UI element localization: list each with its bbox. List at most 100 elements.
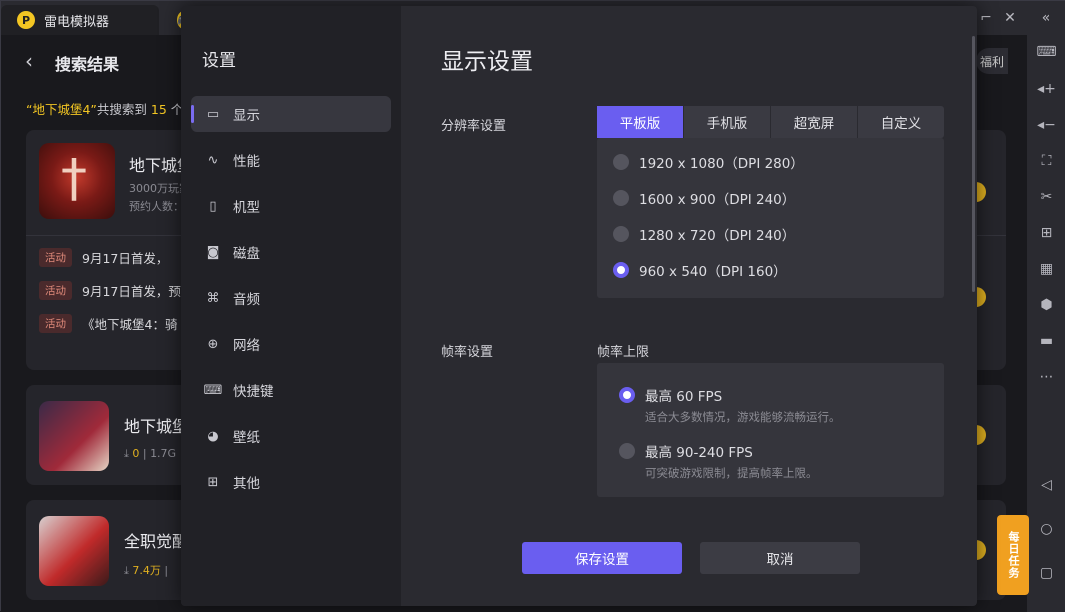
nav-label: 显示: [233, 108, 260, 124]
nav-label: 音频: [233, 292, 260, 308]
fps-description: 适合大多数情况，游戏能够流畅运行。: [645, 410, 841, 424]
download-count: ⤓ 0 | 1.7G: [124, 447, 177, 460]
search-keyword: “地下城堡4”: [26, 102, 97, 117]
cancel-button[interactable]: 取消: [700, 542, 860, 574]
resolution-option[interactable]: 1920 x 1080（DPI 280）: [613, 152, 804, 172]
nav-label: 磁盘: [233, 246, 260, 262]
folder-icon[interactable]: ▬: [1027, 329, 1065, 353]
radio-button[interactable]: [613, 154, 629, 170]
nav-device[interactable]: ▯ 机型: [191, 188, 391, 224]
radio-button-checked[interactable]: [613, 262, 629, 278]
fps-label: 帧率设置: [441, 345, 494, 360]
resolution-option[interactable]: 1600 x 900（DPI 240）: [613, 188, 795, 208]
apk-icon[interactable]: ▦: [1027, 257, 1065, 281]
gamepad-icon: ⌘: [206, 290, 220, 306]
resolution-option-selected[interactable]: 960 x 540（DPI 160）: [613, 260, 787, 280]
fullscreen-icon[interactable]: ⛶: [1027, 149, 1065, 173]
recent-nav-icon[interactable]: ▢: [1027, 561, 1065, 585]
resolution-options-panel: 1920 x 1080（DPI 280） 1600 x 900（DPI 240）…: [597, 138, 944, 298]
tab-tablet[interactable]: 平板版: [597, 106, 684, 138]
device-icon: ▯: [209, 198, 217, 214]
result-count: 15: [150, 102, 167, 117]
activity-text: 《地下城堡4：骑: [82, 317, 178, 332]
disk-icon: ◙: [206, 244, 220, 260]
fps-text: 最高 90-240 FPS: [645, 445, 753, 461]
activity-item[interactable]: 活动 9月17日首发，预: [39, 281, 181, 300]
nav-label: 性能: [233, 154, 260, 170]
nav-label: 其他: [233, 476, 260, 492]
nav-wallpaper[interactable]: ◕ 壁纸: [191, 418, 391, 454]
monitor-icon: ▭: [206, 106, 220, 122]
activity-badge: 活动: [39, 314, 72, 333]
activity-item[interactable]: 活动 《地下城堡4：骑: [39, 314, 177, 333]
nav-network[interactable]: ⊕ 网络: [191, 326, 391, 362]
save-button[interactable]: 保存设置: [522, 542, 682, 574]
nav-display[interactable]: ▭ 显示: [191, 96, 391, 132]
nav-disk[interactable]: ◙ 磁盘: [191, 234, 391, 270]
app-logo-icon: P: [17, 11, 35, 29]
scissors-icon[interactable]: ✂: [1027, 185, 1065, 209]
radio-button[interactable]: [619, 443, 635, 459]
right-toolbar: ⌨ ◂+ ◂− ⛶ ✂ ⊞ ▦ ⬢ ▬ ⋯ ◁ ○ ▢: [1027, 35, 1065, 612]
activity-badge: 活动: [39, 281, 72, 300]
nav-performance[interactable]: ∿ 性能: [191, 142, 391, 178]
sidebar-toggle-button[interactable]: «: [1029, 1, 1063, 35]
close-window-button[interactable]: ✕: [993, 1, 1027, 35]
tab-title: 雷电模拟器: [44, 14, 110, 30]
resolution-mode-tabs: 平板版 手机版 超宽屏 自定义: [597, 106, 944, 138]
volume-down-icon[interactable]: ◂−: [1027, 113, 1065, 137]
fps-option[interactable]: 最高 90-240 FPS: [619, 441, 753, 461]
resolution-label: 分辨率设置: [441, 119, 507, 134]
resolution-text: 960 x 540（DPI 160）: [639, 264, 787, 280]
nav-audio[interactable]: ⌘ 音频: [191, 280, 391, 316]
settings-sidebar: 设置 ▭ 显示 ∿ 性能 ▯ 机型 ◙ 磁盘 ⌘ 音频 ⊕ 网络 ⌨ 快捷键 ◕ 壁纸 ⊞ 其他: [181, 6, 401, 606]
settings-dialog: 设置 ▭ 显示 ∿ 性能 ▯ 机型 ◙ 磁盘 ⌘ 音频 ⊕ 网络 ⌨ 快捷键 ◕ 壁纸 ⊞ 其他 …: [181, 6, 977, 606]
tab-phone[interactable]: 手机版: [684, 106, 771, 138]
settings-content: 显示设置 ✕ 分辨率设置 平板版 手机版 超宽屏 自定义 1920 x 1080…: [401, 6, 977, 606]
settings-gear-icon[interactable]: ⬢: [1027, 293, 1065, 317]
download-number: 7.4万: [132, 564, 161, 577]
scrollbar[interactable]: [972, 36, 975, 292]
resolution-text: 1920 x 1080（DPI 280）: [639, 156, 804, 172]
download-count: ⤓ 7.4万 |: [124, 564, 169, 577]
fps-description: 可突破游戏限制，提高帧率上限。: [645, 466, 818, 480]
nav-shortcuts[interactable]: ⌨ 快捷键: [191, 372, 391, 408]
daily-task-badge[interactable]: 每日任务: [997, 515, 1029, 595]
palette-icon: ◕: [207, 428, 219, 444]
game-reservations: 预约人数：: [129, 200, 184, 213]
back-nav-icon[interactable]: ◁: [1027, 473, 1065, 497]
fps-option-selected[interactable]: 最高 60 FPS: [619, 385, 722, 405]
download-number: 0: [132, 447, 140, 460]
nav-label: 壁纸: [233, 430, 260, 446]
more-icon[interactable]: ⋯: [1027, 365, 1065, 389]
settings-title: 设置: [202, 51, 236, 71]
summary-text: 共搜索到: [96, 102, 147, 117]
resolution-text: 1280 x 720（DPI 240）: [639, 228, 796, 244]
volume-up-icon[interactable]: ◂+: [1027, 77, 1065, 101]
keyboard-icon[interactable]: ⌨: [1027, 40, 1065, 64]
tab-ultrawide[interactable]: 超宽屏: [771, 106, 858, 138]
activity-item[interactable]: 活动 9月17日首发，: [39, 248, 168, 267]
activity-text: 9月17日首发，: [82, 251, 169, 266]
radio-button[interactable]: [613, 226, 629, 242]
resolution-option[interactable]: 1280 x 720（DPI 240）: [613, 224, 795, 244]
performance-icon: ∿: [207, 152, 219, 168]
radio-button-checked[interactable]: [619, 387, 635, 403]
home-nav-icon[interactable]: ○: [1027, 517, 1065, 541]
tab-emulator[interactable]: P 雷电模拟器: [1, 5, 159, 35]
add-icon[interactable]: ⊞: [1027, 221, 1065, 245]
tab-custom[interactable]: 自定义: [858, 106, 944, 138]
nav-other[interactable]: ⊞ 其他: [191, 464, 391, 500]
nav-label: 快捷键: [233, 384, 274, 400]
globe-icon: ⊕: [207, 336, 219, 352]
welfare-pill[interactable]: 福利: [976, 48, 1008, 74]
fps-options-panel: 最高 60 FPS 适合大多数情况，游戏能够流畅运行。 最高 90-240 FP…: [597, 363, 944, 497]
section-heading: 显示设置: [441, 49, 533, 75]
radio-button[interactable]: [613, 190, 629, 206]
game-icon: [39, 516, 109, 586]
activity-badge: 活动: [39, 248, 72, 267]
game-icon: [39, 143, 115, 219]
page-title: 搜索结果: [55, 55, 120, 74]
back-icon[interactable]: ‹: [25, 49, 33, 73]
fps-text: 最高 60 FPS: [645, 389, 723, 405]
